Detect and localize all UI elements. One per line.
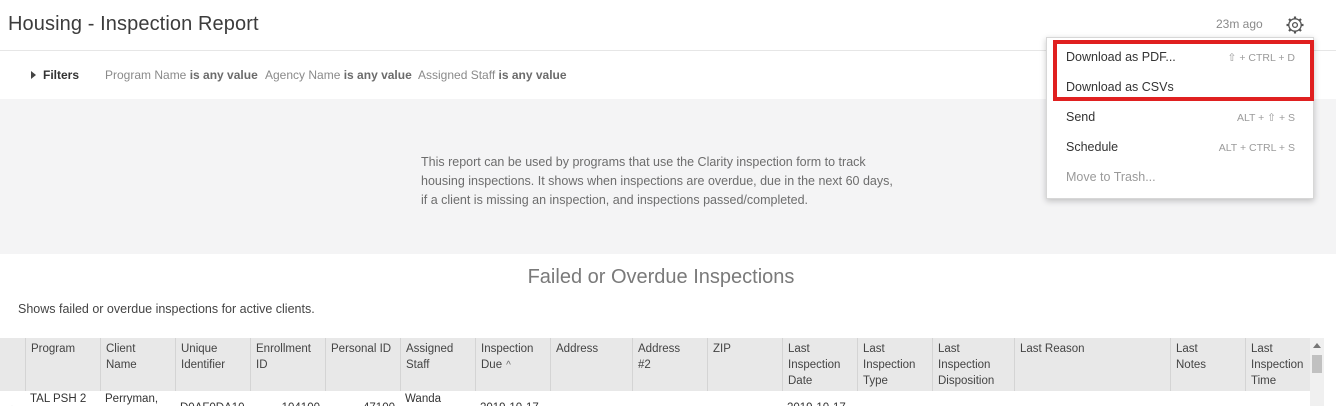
column-header-line: Disposition [938, 375, 995, 387]
filter-agency-name[interactable]: Agency Name is any value [265, 68, 412, 82]
page-title: Housing - Inspection Report [8, 13, 259, 35]
column-header-line: Client [106, 343, 136, 355]
column-header-line: Last [938, 343, 960, 355]
column-header-address[interactable]: Address [550, 338, 632, 391]
report-description: This report can be used by programs that… [421, 155, 893, 207]
column-header-line: Type [863, 375, 888, 387]
column-header-address-2[interactable]: Address #2 [632, 338, 707, 391]
column-header-line: Inspection [863, 359, 916, 371]
cell-assigned-staff: Wanda [405, 393, 442, 405]
column-header-line: Staff [406, 359, 430, 371]
cell-personal-id: 47100 [325, 401, 400, 406]
column-header-unique-identifier[interactable]: Unique Identifier [175, 338, 250, 391]
filters-toggle[interactable]: Filters [43, 68, 79, 82]
column-header-line: ZIP [713, 343, 731, 355]
column-header-line: Inspection [788, 359, 841, 371]
column-header-line: ID [256, 359, 268, 371]
scroll-up-icon[interactable] [1313, 343, 1321, 348]
menu-item-shortcut: ALT + CTRL + S [1218, 142, 1295, 154]
column-header-line: Inspection [481, 343, 534, 355]
menu-item-label: Send [1066, 110, 1096, 124]
menu-item-send[interactable]: Send ALT + ⇧ + S [1047, 103, 1315, 133]
menu-item-schedule[interactable]: Schedule ALT + CTRL + S [1047, 133, 1315, 163]
table-row[interactable]: TAL PSH 2 Perryman, D0AF0DA10 104100 471… [0, 391, 1310, 406]
column-header-line: Last [1176, 343, 1198, 355]
column-header-line: Program [31, 343, 76, 355]
cell-client-name[interactable]: Perryman, [100, 392, 175, 406]
column-header-line: #2 [638, 359, 651, 371]
column-header-assigned-staff[interactable]: Assigned Staff [400, 338, 475, 391]
column-header-zip[interactable]: ZIP [707, 338, 782, 391]
column-header-line: Enrollment [256, 343, 311, 355]
column-header-line: Inspection [938, 359, 991, 371]
column-header-last-notes[interactable]: Last Notes [1170, 338, 1245, 391]
column-header-last-inspection-date[interactable]: Last Inspection Date [782, 338, 857, 391]
filter-assigned-staff[interactable]: Assigned Staff is any value [418, 68, 567, 82]
column-header-line: Due [481, 359, 503, 371]
column-header-last-reason[interactable]: Last Reason [1014, 338, 1170, 391]
expand-filters-icon[interactable] [31, 71, 36, 79]
column-header-line: Address [556, 343, 599, 355]
column-header-personal-id[interactable]: Personal ID [325, 338, 400, 391]
column-header-line: Name [106, 359, 137, 371]
column-header-line: Identifier [181, 359, 226, 371]
column-header-line: Inspection [1251, 359, 1304, 371]
sort-ascending-icon[interactable]: ^ [506, 360, 511, 371]
section-title: Failed or Overdue Inspections [527, 266, 795, 288]
column-header-line: Last [1251, 343, 1273, 355]
column-header-program[interactable]: Program [25, 338, 100, 391]
column-header-line: Notes [1176, 359, 1207, 371]
last-updated-label: 23m ago [1216, 17, 1263, 31]
cell-inspection-due: 2019-10-17 [475, 401, 550, 406]
section-subtitle: Shows failed or overdue inspections for … [18, 302, 315, 316]
column-header-line: Unique [181, 343, 218, 355]
table-scrollbar[interactable] [1310, 338, 1324, 406]
inspections-table: Program Client Name Unique Identifier Enrollm… [0, 338, 1310, 406]
menu-item-label: Move to Trash... [1066, 170, 1156, 184]
column-header-line: Last [788, 343, 810, 355]
cell-last-inspection-date: 2019-10-17 [782, 401, 857, 406]
gear-icon[interactable] [1285, 15, 1305, 35]
cell-enrollment-id: 104100 [250, 401, 325, 406]
filter-program-name[interactable]: Program Name is any value [105, 68, 258, 82]
column-header-line: Last Reason [1020, 343, 1085, 355]
column-header-last-inspection-type[interactable]: Last Inspection Type [857, 338, 932, 391]
cell-program: TAL PSH 2 [30, 393, 87, 405]
cell-unique-identifier: D0AF0DA10 [175, 401, 250, 406]
column-header-line: Address [638, 343, 681, 355]
column-header-line: Time [1251, 375, 1277, 387]
column-header-last-inspection-disposition[interactable]: Last Inspection Disposition [932, 338, 1014, 391]
scroll-thumb[interactable] [1312, 355, 1322, 373]
column-header-line: Personal ID [331, 343, 392, 355]
table-header: Program Client Name Unique Identifier Enrollm… [0, 338, 1310, 391]
highlight-annotation-box [1053, 40, 1314, 101]
menu-item-move-to-trash[interactable]: Move to Trash... [1047, 163, 1315, 193]
column-header-line: Assigned [406, 343, 454, 355]
column-header-line: Date [788, 375, 813, 387]
column-header-last-inspection-time[interactable]: Last Inspection Time [1245, 338, 1310, 391]
column-header-client-name[interactable]: Client Name [100, 338, 175, 391]
menu-item-label: Schedule [1066, 140, 1119, 154]
menu-item-shortcut: ALT + ⇧ + S [1236, 112, 1295, 124]
column-header-inspection-due[interactable]: Inspection Due ^ [475, 338, 550, 391]
column-header-line: Last [863, 343, 885, 355]
column-header-enrollment-id[interactable]: Enrollment ID [250, 338, 325, 391]
